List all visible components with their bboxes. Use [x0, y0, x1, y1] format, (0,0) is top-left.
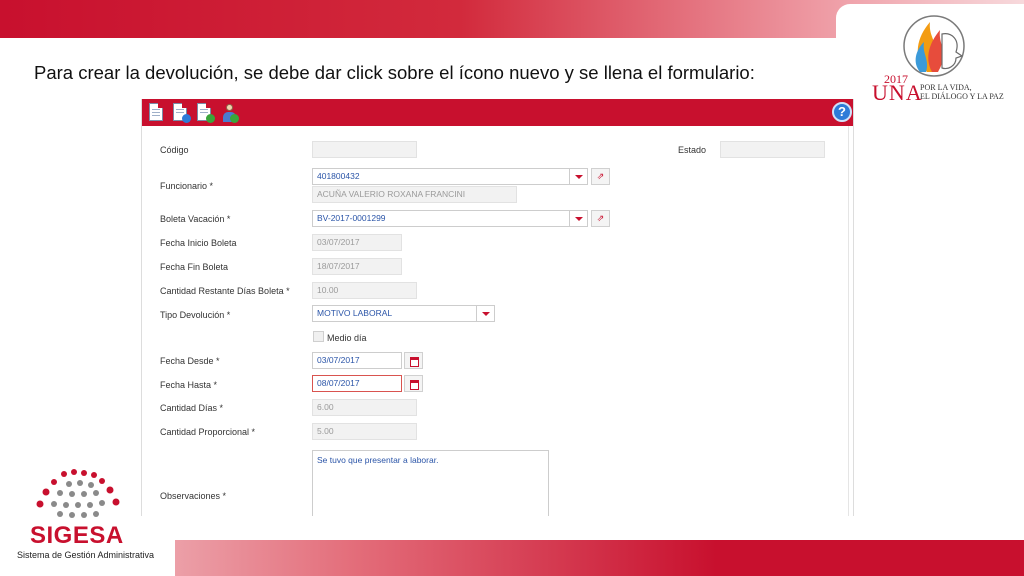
cantidad-restante-field: 10.00: [312, 282, 417, 299]
new-document-icon: [149, 103, 163, 121]
add-document-button[interactable]: [171, 102, 191, 123]
fecha-inicio-boleta-field: 03/07/2017: [312, 234, 402, 251]
fecha-inicio-boleta-label: Fecha Inicio Boleta: [160, 238, 237, 248]
cantidad-proporcional-label: Cantidad Proporcional *: [160, 427, 256, 437]
cantidad-dias-label: Cantidad Días *: [160, 403, 224, 413]
fecha-desde-label: Fecha Desde *: [160, 356, 220, 366]
sigesa-name: SIGESA: [30, 522, 124, 549]
tipo-devolucion-dropdown-button[interactable]: [476, 305, 495, 322]
una-name: UNA: [872, 80, 923, 105]
slide-instruction: Para crear la devolución, se debe dar cl…: [34, 62, 755, 83]
help-button[interactable]: ?: [832, 102, 852, 122]
una-logo: 2017 UNA POR LA VIDA, EL DIÁLOGO Y LA PA…: [872, 12, 1012, 105]
funcionario-open-link-icon[interactable]: ⇗: [591, 168, 610, 185]
cantidad-dias-field: 6.00: [312, 399, 417, 416]
fecha-desde-calendar-icon[interactable]: [404, 352, 423, 369]
boleta-vacacion-label: Boleta Vacación *: [160, 214, 231, 224]
boleta-vacacion-open-link-icon[interactable]: ⇗: [591, 210, 610, 227]
observaciones-textarea[interactable]: Se tuvo que presentar a laborar.: [312, 450, 549, 516]
cantidad-proporcional-field: 5.00: [312, 423, 417, 440]
una-tagline: EL DIÁLOGO Y LA PAZ: [920, 92, 1004, 101]
medio-dia-checkbox[interactable]: [313, 331, 324, 342]
sigesa-dots-icon: [36, 469, 120, 518]
add-person-button[interactable]: [219, 102, 239, 123]
fecha-hasta-label: Fecha Hasta *: [160, 380, 218, 390]
estado-field[interactable]: [720, 141, 825, 158]
fecha-hasta-calendar-icon[interactable]: [404, 375, 423, 392]
form-scroll-edge: [848, 126, 849, 516]
toolbar: ?: [142, 99, 853, 126]
sigesa-subtitle: Sistema de Gestión Administrativa: [17, 550, 155, 560]
funcionario-name-field: ACUÑA VALERIO ROXANA FRANCINI: [312, 186, 517, 203]
plus-badge-icon: [182, 114, 191, 123]
fecha-fin-boleta-field: 18/07/2017: [312, 258, 402, 275]
refresh-badge-icon: [206, 114, 215, 123]
fecha-desde-field[interactable]: 03/07/2017: [312, 352, 402, 369]
funcionario-select[interactable]: 401800432: [312, 168, 570, 185]
fecha-hasta-field[interactable]: 08/07/2017: [312, 375, 402, 392]
plus-badge-icon: [230, 114, 239, 123]
fecha-fin-boleta-label: Fecha Fin Boleta: [160, 262, 229, 272]
medio-dia-label: Medio día: [327, 333, 367, 343]
estado-label: Estado: [678, 145, 707, 155]
refresh-document-button[interactable]: [195, 102, 215, 123]
una-tagline: POR LA VIDA,: [920, 83, 972, 92]
tipo-devolucion-label: Tipo Devolución *: [160, 310, 231, 320]
boleta-vacacion-select[interactable]: BV-2017-0001299: [312, 210, 570, 227]
boleta-vacacion-dropdown-button[interactable]: [569, 210, 588, 227]
devolucion-form-window: ? Código Estado Funcionario * 401800432 …: [141, 99, 854, 516]
cantidad-restante-label: Cantidad Restante Días Boleta *: [160, 286, 290, 296]
tipo-devolucion-select[interactable]: MOTIVO LABORAL: [312, 305, 477, 322]
observaciones-label: Observaciones *: [160, 491, 227, 501]
funcionario-dropdown-button[interactable]: [569, 168, 588, 185]
codigo-field[interactable]: [312, 141, 417, 158]
new-document-button[interactable]: [147, 102, 167, 123]
devolucion-form: Código Estado Funcionario * 401800432 ⇗ …: [142, 126, 848, 516]
codigo-label: Código: [160, 145, 189, 155]
funcionario-label: Funcionario *: [160, 181, 214, 191]
